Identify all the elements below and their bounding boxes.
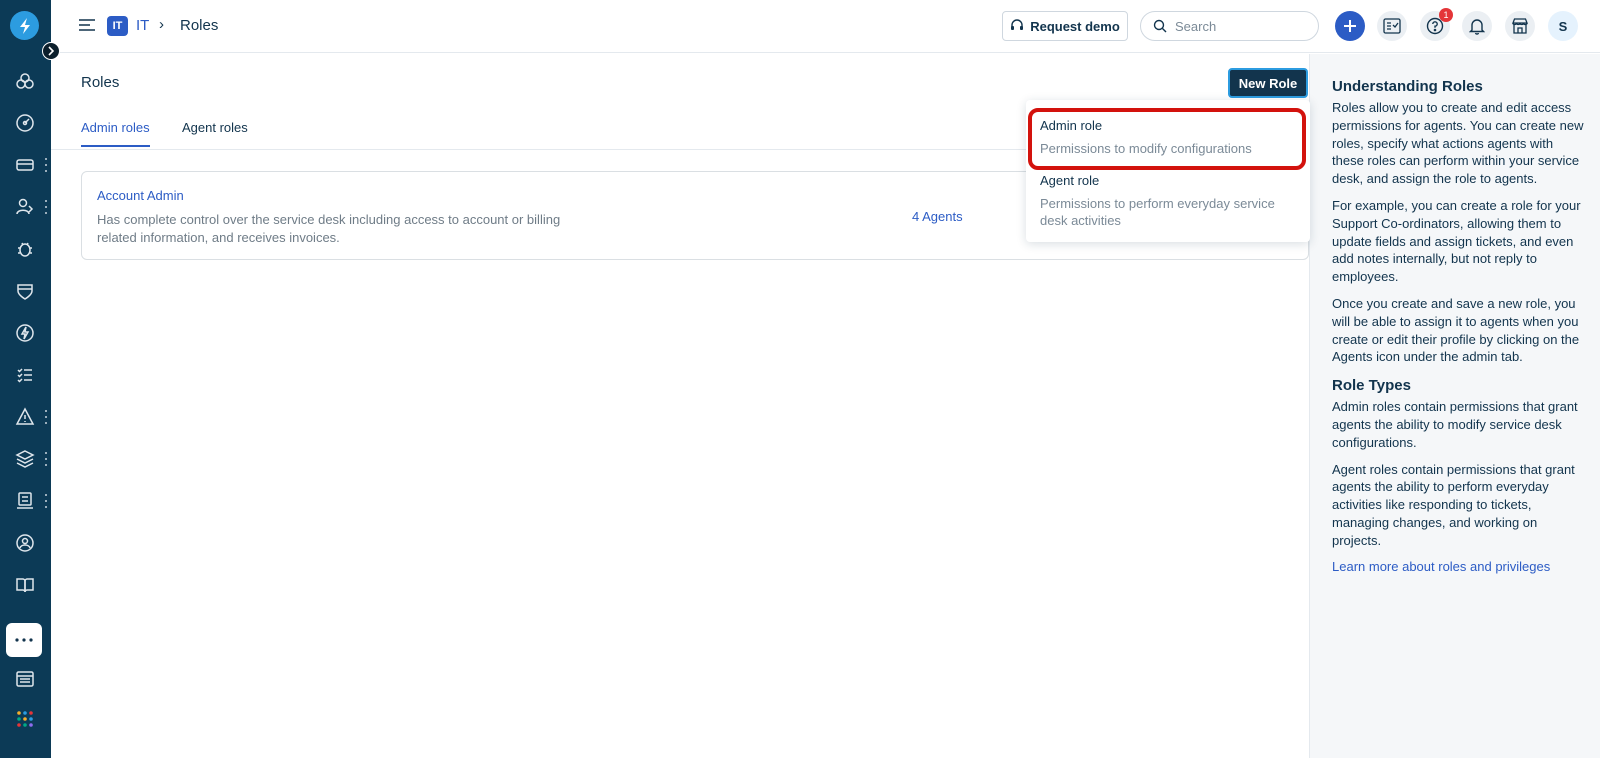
app-grid-icon[interactable] [12,706,38,732]
alert-more-icon[interactable] [44,410,48,424]
dropdown-item-title: Admin role [1040,118,1103,133]
contracts-icon[interactable] [12,488,38,514]
dropdown-item-agent-role[interactable]: Agent role Permissions to perform everyd… [1026,170,1310,242]
breadcrumb-current-page: Roles [180,17,219,34]
learn-more-roles-link[interactable]: Learn more about roles and privileges [1332,559,1586,574]
help-heading-understanding-roles: Understanding Roles [1332,78,1483,95]
checklist-card-icon [1383,18,1401,34]
workspace-badge[interactable]: IT [107,16,128,36]
page-title: Roles [81,74,120,91]
tab-admin-roles[interactable]: Admin roles [81,120,150,147]
lightning-logo-icon[interactable] [10,11,39,40]
marketplace-button[interactable] [1505,11,1535,41]
bug-icon[interactable] [12,236,38,262]
help-panel: Understanding Roles Roles allow you to c… [1309,54,1600,758]
dropdown-item-description: Permissions to perform everyday service … [1040,196,1275,228]
new-role-dropdown: Admin role Permissions to modify configu… [1026,100,1310,242]
knowledge-base-icon[interactable] [12,572,38,598]
help-notification-badge: 1 [1439,8,1453,22]
contacts-more-icon[interactable] [44,200,48,214]
changes-icon[interactable] [12,320,38,346]
shield-icon[interactable] [12,278,38,304]
dropdown-item-description: Permissions to modify configurations [1040,141,1252,156]
role-agents-count-link[interactable]: 4 Agents [912,209,963,224]
hamburger-menu-icon[interactable] [79,18,95,32]
tab-agent-roles[interactable]: Agent roles [182,120,248,144]
breadcrumb-chevron-icon: › [159,16,164,33]
more-apps-button[interactable] [6,623,42,657]
notifications-button[interactable] [1462,11,1492,41]
user-avatar[interactable]: S [1548,11,1578,41]
search-icon [1153,19,1167,33]
search-input[interactable] [1175,18,1305,34]
help-paragraph: Agent roles contain permissions that gra… [1332,461,1575,548]
tasks-icon[interactable] [12,362,38,388]
role-description: Has complete control over the service de… [97,212,561,245]
layers-icon[interactable] [12,446,38,472]
headset-icon [1011,19,1024,30]
global-search[interactable] [1140,11,1319,41]
request-demo-button[interactable]: Request demo [1002,11,1128,41]
chevron-right-icon [48,46,55,56]
help-paragraph: Admin roles contain permissions that gra… [1332,399,1578,450]
top-bar: IT IT › Roles Request demo 1 S [51,0,1600,53]
workspace-name-link[interactable]: IT [136,17,149,34]
reports-icon[interactable] [12,666,38,692]
layers-more-icon[interactable] [44,452,48,466]
tickets-more-icon[interactable] [44,158,48,172]
request-demo-label: Request demo [1030,18,1120,34]
role-name-link[interactable]: Account Admin [97,188,184,203]
plus-icon [1344,20,1356,32]
contacts-icon[interactable] [12,194,38,220]
main-content: Roles New Role Admin roles Agent roles A… [51,54,1310,758]
dropdown-item-admin-role[interactable]: Admin role Permissions to modify configu… [1026,100,1310,170]
tasks-summary-button[interactable] [1377,11,1407,41]
contracts-more-icon[interactable] [44,494,48,508]
help-paragraph: Once you create and save a new role, you… [1332,295,1580,365]
new-role-button[interactable]: New Role [1228,68,1308,98]
bell-icon [1469,19,1485,35]
help-paragraph: Roles allow you to create and edit acces… [1332,100,1584,187]
tickets-icon[interactable] [12,152,38,178]
create-new-button[interactable] [1335,11,1365,41]
left-navigation [0,0,51,758]
alert-icon[interactable] [12,404,38,430]
gauge-icon[interactable] [12,110,38,136]
expand-sidebar-button[interactable] [42,42,60,60]
dropdown-item-title: Agent role [1040,173,1100,188]
dashboard-icon[interactable] [12,68,38,94]
help-heading-role-types: Role Types [1332,377,1411,395]
help-paragraph: For example, you can create a role for y… [1332,197,1581,285]
workflow-icon[interactable] [12,530,38,556]
store-icon [1512,18,1528,34]
